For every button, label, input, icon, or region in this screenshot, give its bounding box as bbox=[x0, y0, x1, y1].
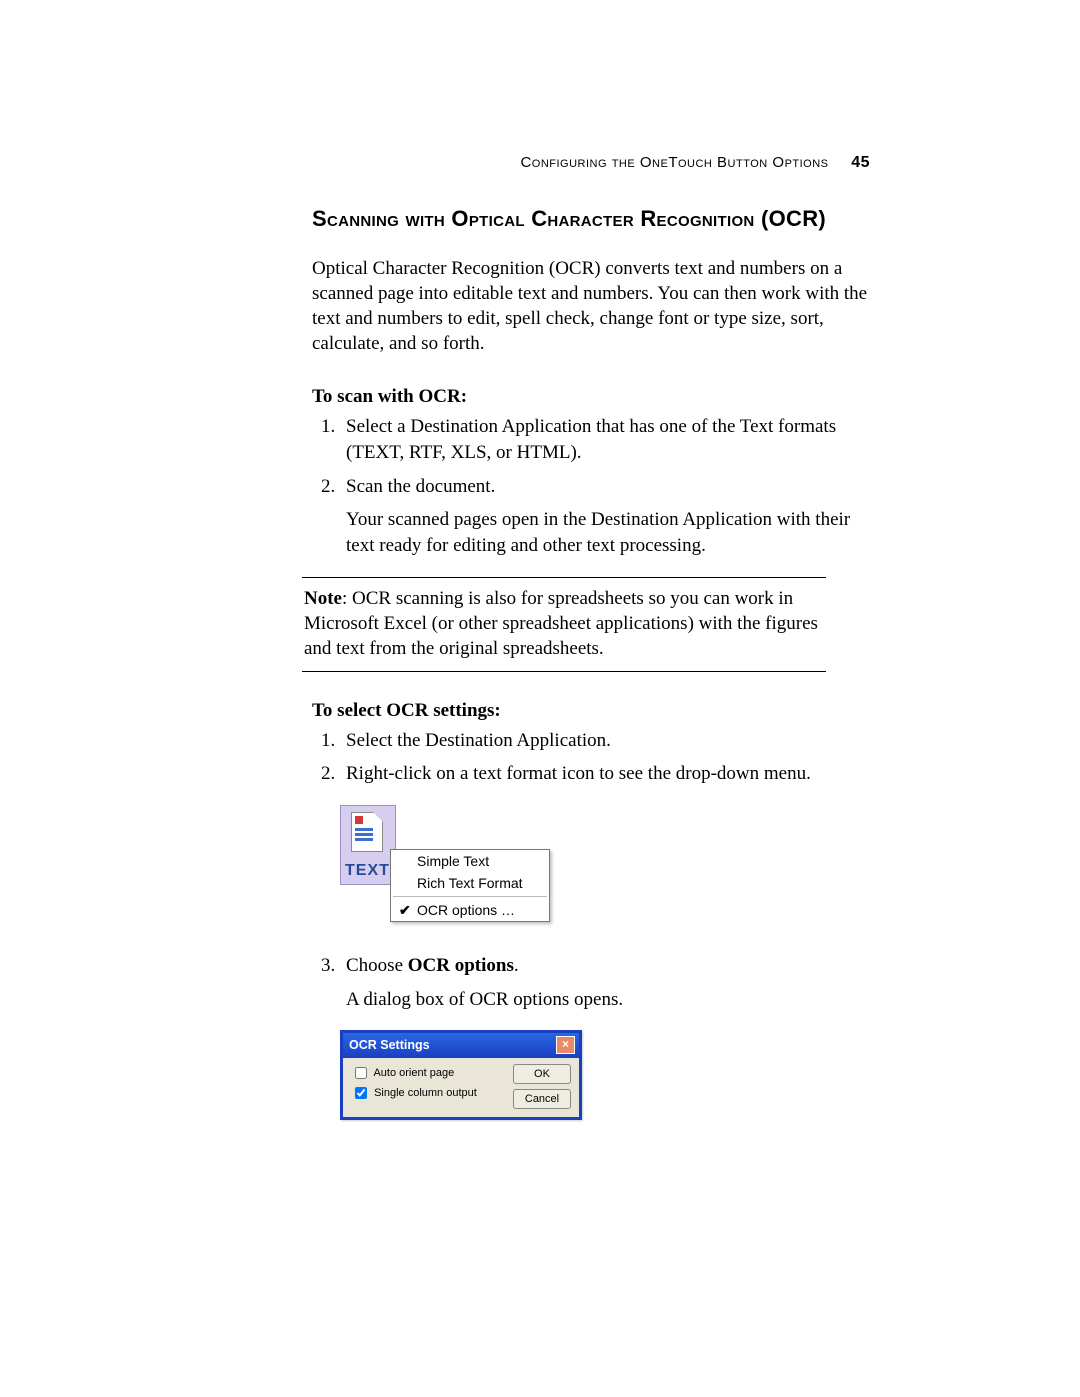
select-step-3-followup: A dialog box of OCR options opens. bbox=[346, 987, 872, 1013]
page-number: 45 bbox=[851, 154, 870, 171]
dialog-title: OCR Settings bbox=[349, 1038, 430, 1052]
auto-orient-checkbox[interactable] bbox=[355, 1067, 367, 1079]
scan-step-1: Select a Destination Application that ha… bbox=[340, 414, 872, 465]
close-icon[interactable]: × bbox=[556, 1036, 575, 1054]
context-menu-illustration: TEXT Simple Text Rich Text Format ✔ OCR … bbox=[340, 805, 872, 935]
context-menu: Simple Text Rich Text Format ✔ OCR optio… bbox=[390, 849, 550, 922]
ocr-settings-dialog: OCR Settings × Auto orient page Single c… bbox=[340, 1030, 582, 1120]
menu-separator bbox=[393, 896, 547, 897]
menu-item-simple-text[interactable]: Simple Text bbox=[391, 850, 549, 872]
select-subhead: To select OCR settings: bbox=[312, 700, 872, 722]
running-header: Configuring the OneTouch Button Options … bbox=[520, 154, 870, 172]
single-column-option[interactable]: Single column output bbox=[351, 1084, 513, 1102]
scan-subhead: To scan with OCR: bbox=[312, 386, 872, 408]
auto-orient-option[interactable]: Auto orient page bbox=[351, 1064, 513, 1082]
manual-page: Configuring the OneTouch Button Options … bbox=[0, 0, 1080, 1397]
select-step-1: Select the Destination Application. bbox=[340, 728, 872, 754]
single-column-checkbox[interactable] bbox=[355, 1087, 367, 1099]
scan-steps: Select a Destination Application that ha… bbox=[312, 414, 872, 558]
check-icon: ✔ bbox=[399, 902, 411, 919]
cancel-button[interactable]: Cancel bbox=[513, 1089, 571, 1109]
dialog-titlebar[interactable]: OCR Settings × bbox=[343, 1033, 579, 1058]
select-step-2: Right-click on a text format icon to see… bbox=[340, 761, 872, 787]
scan-step-2-followup: Your scanned pages open in the Destinati… bbox=[346, 507, 872, 558]
intro-paragraph: Optical Character Recognition (OCR) conv… bbox=[312, 256, 872, 356]
menu-item-ocr-options[interactable]: ✔ OCR options … bbox=[391, 899, 549, 921]
note-box: Note: OCR scanning is also for spreadshe… bbox=[302, 577, 826, 672]
select-steps: Select the Destination Application. Righ… bbox=[312, 728, 872, 787]
dialog-buttons: OK Cancel bbox=[513, 1064, 571, 1109]
dialog-body: Auto orient page Single column output OK… bbox=[343, 1058, 579, 1117]
select-steps-cont: Choose OCR options. A dialog box of OCR … bbox=[312, 953, 872, 1012]
section-title: Scanning with Optical Character Recognit… bbox=[312, 206, 872, 232]
scan-step-2: Scan the document. Your scanned pages op… bbox=[340, 474, 872, 559]
select-step-3: Choose OCR options. A dialog box of OCR … bbox=[340, 953, 872, 1012]
running-title: Configuring the OneTouch Button Options bbox=[520, 154, 828, 171]
ocr-options-bold: OCR options bbox=[408, 955, 514, 976]
page-content: Scanning with Optical Character Recognit… bbox=[312, 206, 872, 1120]
text-format-icon[interactable]: TEXT bbox=[340, 805, 396, 885]
text-icon-label: TEXT bbox=[345, 862, 390, 880]
document-icon bbox=[351, 812, 383, 852]
dialog-options: Auto orient page Single column output bbox=[351, 1064, 513, 1109]
ok-button[interactable]: OK bbox=[513, 1064, 571, 1084]
note-label: Note bbox=[304, 588, 342, 609]
menu-item-rich-text[interactable]: Rich Text Format bbox=[391, 872, 549, 894]
note-text: : OCR scanning is also for spreadsheets … bbox=[304, 588, 818, 659]
